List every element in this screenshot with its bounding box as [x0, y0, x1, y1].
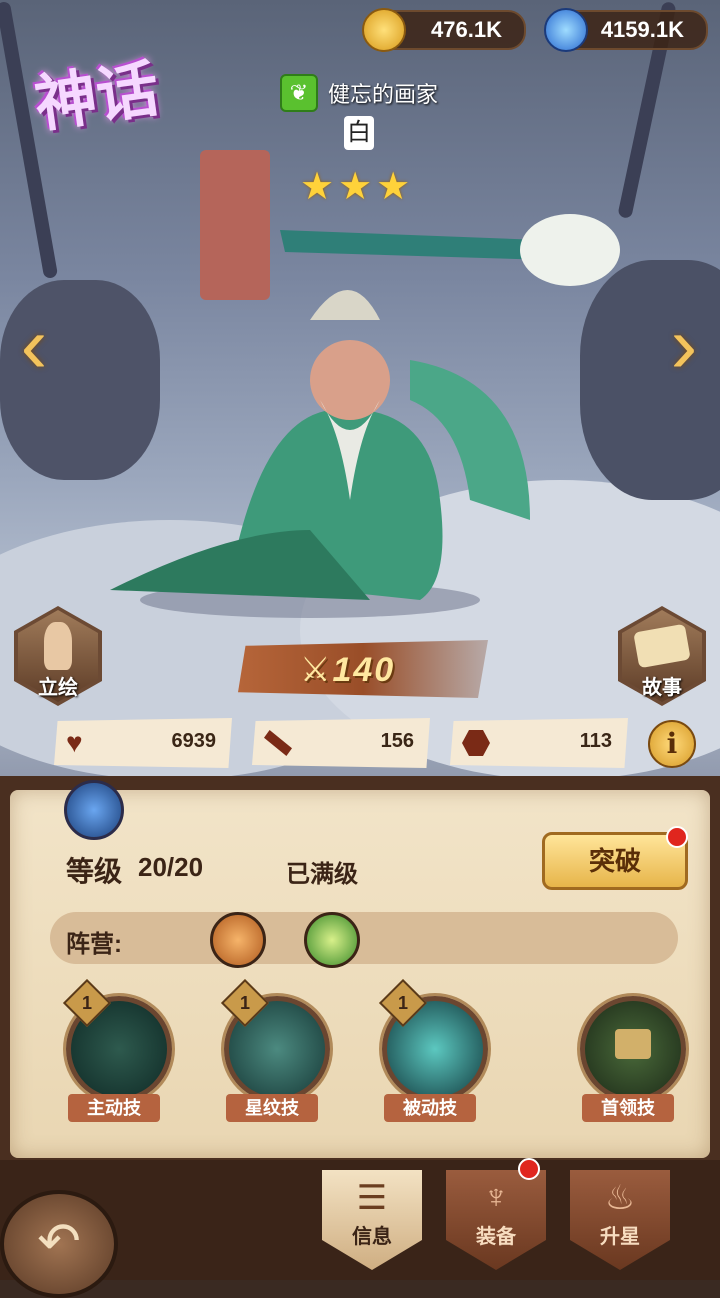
tab-info-label: 信息 — [352, 1226, 392, 1248]
tab-star-up-label: 升星 — [600, 1226, 640, 1248]
power-value: ⚔140 — [300, 651, 396, 689]
hp-stat: ♥ 6939 — [54, 718, 232, 768]
defense-value: 113 — [579, 730, 612, 752]
gold-coin-icon — [362, 8, 406, 52]
sword-icon — [264, 730, 292, 756]
blue-potion-icon — [544, 8, 588, 52]
nature-camp-icon[interactable] — [304, 912, 360, 968]
portrait-button[interactable]: 立绘 — [14, 606, 102, 706]
gem-amount: 4159.1K — [600, 17, 684, 42]
equipment-notification-dot-icon — [518, 1158, 540, 1180]
skill-name-passive: 被动技 — [384, 1094, 476, 1122]
nature-leaf-icon: ❦ — [280, 74, 318, 112]
info-wings-icon: ☰ — [356, 1179, 388, 1217]
heart-icon: ♥ — [66, 727, 83, 758]
skill-name-star: 星纹技 — [226, 1094, 318, 1122]
back-arrow-icon[interactable]: ↶ — [0, 1190, 118, 1298]
next-hero-arrow[interactable]: › — [664, 300, 704, 390]
portrait-label: 立绘 — [38, 677, 78, 699]
hero-illustration — [110, 214, 620, 618]
crossed-swords-icon: ⚔ — [300, 651, 333, 689]
notification-dot-icon — [666, 826, 688, 848]
attack-stat: 156 — [252, 718, 430, 768]
padlock-icon — [615, 1029, 651, 1059]
hero-name: 健忘的画家 — [328, 82, 439, 107]
hero-sub-name: 白 — [344, 116, 374, 150]
prev-hero-arrow[interactable]: ‹ — [14, 300, 54, 390]
camp-bar — [50, 912, 678, 964]
armor-icon — [462, 730, 490, 756]
skill-name-active: 主动技 — [68, 1094, 160, 1122]
figure-silhouette-icon — [44, 622, 72, 670]
gem-currency[interactable]: 4159.1K — [544, 8, 708, 52]
camp-label: 阵营: — [66, 931, 122, 958]
equipment-trident-icon: ♆ — [483, 1178, 509, 1216]
class-emblem-icon — [64, 780, 124, 840]
tab-equipment-label: 装备 — [476, 1226, 516, 1248]
level-value: 20/20 — [138, 852, 204, 882]
story-label: 故事 — [642, 677, 682, 699]
hp-value: 6939 — [171, 730, 217, 752]
hero-title-row: ❦ 健忘的画家 — [280, 74, 438, 112]
attack-value: 156 — [380, 730, 414, 752]
story-button[interactable]: 故事 — [618, 606, 706, 706]
defense-stat: 113 — [450, 718, 628, 768]
elements-camp-icon[interactable] — [210, 912, 266, 968]
star-up-flame-icon: ♨ — [604, 1179, 636, 1217]
gold-currency[interactable]: 476.1K — [362, 8, 526, 52]
info-icon[interactable]: i — [648, 720, 696, 768]
gold-amount: 476.1K — [431, 17, 502, 42]
skill-name-leader: 首领技 — [582, 1094, 674, 1122]
level-label: 等级 — [66, 856, 123, 887]
max-level-text: 已满级 — [286, 861, 358, 888]
leader-skill-button[interactable] — [580, 996, 686, 1102]
rarity-label: 神话 — [30, 51, 164, 142]
